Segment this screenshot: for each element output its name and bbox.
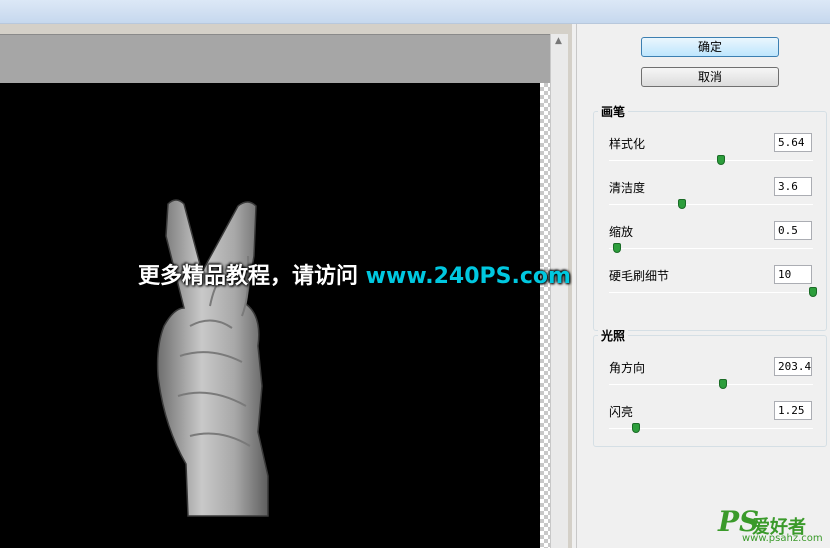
- angle-slider-thumb[interactable]: [719, 379, 728, 389]
- stylization-slider-thumb[interactable]: [717, 155, 726, 165]
- scroll-up-icon[interactable]: ▲: [555, 36, 562, 46]
- watermark-text: 更多精品教程，请访问 www.240PS.com: [138, 258, 571, 290]
- scale-label: 缩放: [609, 225, 634, 239]
- watermark-url: www.240PS.com: [365, 264, 571, 289]
- stylization-input[interactable]: 5.64: [774, 133, 812, 152]
- scale-slider[interactable]: [609, 243, 813, 253]
- settings-panel: 确定 取消 画笔 样式化 5.64 清洁度 3.6 缩放 0.5 硬毛刷细节 1…: [576, 24, 830, 548]
- scale-slider-thumb[interactable]: [613, 243, 622, 253]
- shine-slider-thumb[interactable]: [631, 423, 640, 433]
- shine-label: 闪亮: [609, 405, 634, 419]
- bristle-detail-label: 硬毛刷细节: [609, 269, 670, 283]
- bristle-detail-input[interactable]: 10: [774, 265, 812, 284]
- stylization-label: 样式化: [609, 137, 646, 151]
- bristle-detail-slider[interactable]: [609, 287, 817, 297]
- angle-slider[interactable]: [609, 379, 813, 389]
- angle-input[interactable]: 203.4: [774, 357, 812, 376]
- transparency-strip: [540, 83, 550, 548]
- shine-input[interactable]: 1.25: [774, 401, 812, 420]
- watermark-lead: 更多精品教程，请访问: [138, 264, 366, 289]
- brush-group-title: 画笔: [598, 103, 629, 120]
- stylization-slider[interactable]: [609, 155, 813, 165]
- cancel-button[interactable]: 取消: [641, 67, 779, 87]
- cleanliness-slider[interactable]: [609, 199, 813, 209]
- cleanliness-slider-thumb[interactable]: [678, 199, 687, 209]
- cleanliness-label: 清洁度: [609, 181, 646, 195]
- title-bar: [0, 0, 830, 24]
- scale-input[interactable]: 0.5: [774, 221, 812, 240]
- lighting-group-title: 光照: [598, 327, 629, 344]
- bristle-detail-slider-thumb[interactable]: [809, 287, 817, 297]
- cleanliness-input[interactable]: 3.6: [774, 177, 812, 196]
- lighting-group: 光照 角方向 203.4 闪亮 1.25: [593, 327, 827, 447]
- ps-logo-url: www.psahz.com: [742, 533, 823, 544]
- ok-button[interactable]: 确定: [641, 37, 779, 57]
- hand-image: [156, 199, 269, 517]
- shine-slider[interactable]: [609, 423, 813, 433]
- preview-scrollbar[interactable]: ▲: [550, 34, 568, 548]
- brush-group: 画笔 样式化 5.64 清洁度 3.6 缩放 0.5 硬毛刷细节 10: [593, 103, 827, 331]
- angle-label: 角方向: [609, 361, 646, 375]
